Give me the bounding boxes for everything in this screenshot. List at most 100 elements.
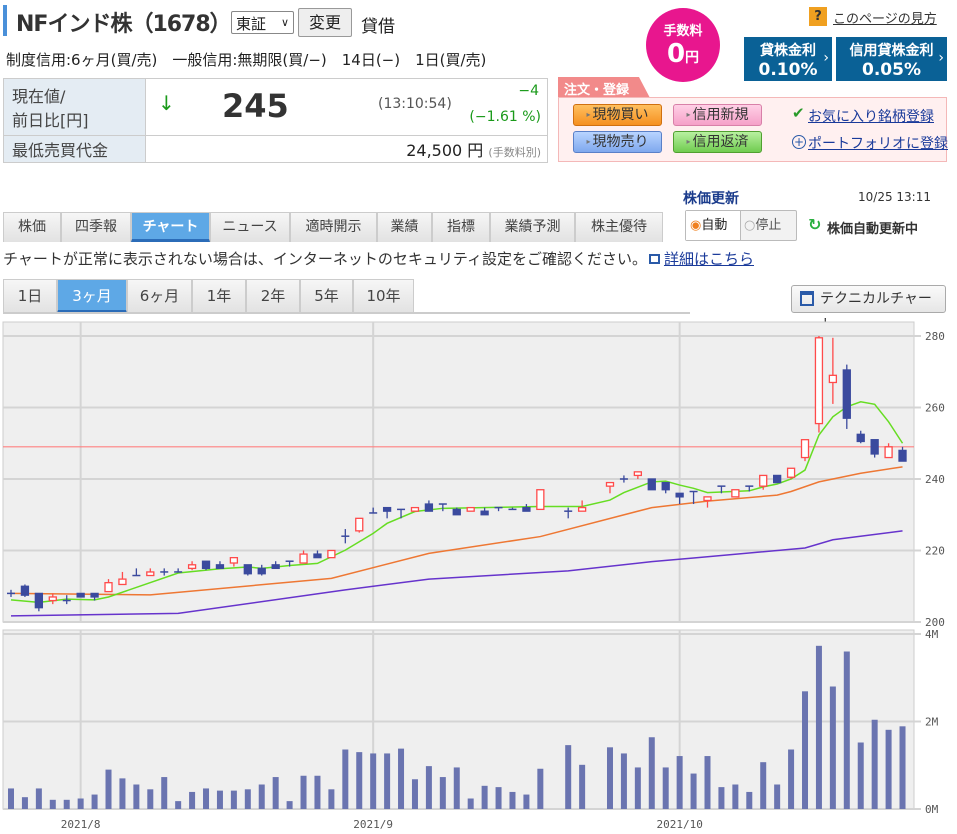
tab-7[interactable]: 業績予測 bbox=[490, 212, 575, 242]
sell-spot-button[interactable]: 現物売り bbox=[573, 131, 662, 153]
candlestick bbox=[20, 584, 30, 597]
volume-bar bbox=[509, 791, 516, 809]
margin-close-button[interactable]: 信用返済 bbox=[673, 131, 762, 153]
change-button[interactable]: 変更 bbox=[298, 8, 352, 37]
candle-body bbox=[48, 596, 57, 602]
tab-0[interactable]: 株価 bbox=[3, 212, 61, 242]
volume-bar bbox=[565, 745, 572, 809]
help-link[interactable]: このページの見方 bbox=[833, 8, 937, 27]
price-cell: ↓ 245 (13:10:54) −4 (−1.61 %) bbox=[145, 78, 548, 136]
candle-body bbox=[243, 564, 252, 575]
volume-bar bbox=[105, 769, 112, 809]
tab-4[interactable]: 適時開示 bbox=[290, 212, 377, 242]
fee-value: 0 bbox=[666, 39, 686, 69]
tab-5[interactable]: 業績 bbox=[377, 212, 432, 242]
candle-body bbox=[536, 489, 545, 511]
candle-body bbox=[424, 503, 434, 512]
period-tab-2[interactable]: 6ヶ月 bbox=[127, 279, 192, 313]
details-link[interactable]: 詳細はこちら bbox=[664, 250, 754, 268]
lending-label: 貸借 bbox=[361, 17, 395, 37]
candle-body bbox=[466, 506, 475, 512]
volume-bar bbox=[216, 790, 223, 809]
price-label-line2: 前日比[円] bbox=[12, 111, 89, 130]
portfolio-link[interactable]: ポートフォリオに登録 bbox=[808, 133, 948, 153]
candle-body bbox=[257, 567, 266, 575]
candle-body bbox=[327, 549, 336, 559]
candlestick bbox=[201, 560, 211, 571]
period-tab-1[interactable]: 3ヶ月 bbox=[57, 279, 127, 313]
volume-bar bbox=[147, 789, 154, 809]
stop-label: 停止 bbox=[755, 218, 782, 233]
volume-bar bbox=[314, 775, 321, 809]
volume-bar bbox=[453, 767, 460, 809]
candlestick bbox=[731, 489, 740, 498]
price-change: −4 bbox=[518, 83, 539, 99]
title-accent bbox=[3, 5, 7, 36]
tab-1[interactable]: 四季報 bbox=[61, 212, 131, 242]
candlestick bbox=[536, 489, 545, 511]
margin-new-button[interactable]: 信用新規 bbox=[673, 104, 762, 126]
candle-body bbox=[800, 439, 810, 459]
volume-bar bbox=[244, 789, 251, 809]
candle-body bbox=[577, 506, 587, 512]
candle-body bbox=[675, 492, 684, 498]
candle-body bbox=[34, 592, 44, 609]
volume-bar bbox=[481, 785, 488, 809]
volume-bar bbox=[189, 791, 196, 809]
date-label: 2021/10 bbox=[656, 818, 702, 831]
tab-3[interactable]: ニュース bbox=[210, 212, 290, 242]
margin-lending-rate-button[interactable]: 信用貸株金利 0.05% › bbox=[836, 37, 947, 81]
candle-body bbox=[773, 474, 782, 484]
chevron-right-icon: › bbox=[823, 50, 829, 66]
period-tab-3[interactable]: 1年 bbox=[192, 279, 246, 313]
stock-chart: 2002202402602800M2M4M2021/8 2021/9 2021/10 bbox=[2, 321, 945, 831]
lending-rate-button[interactable]: 貸株金利 0.10% › bbox=[744, 37, 832, 81]
period-tab-4[interactable]: 2年 bbox=[246, 279, 300, 313]
radio-icon: ○ bbox=[744, 218, 756, 233]
candle-body bbox=[410, 506, 420, 512]
volume-bar bbox=[300, 775, 307, 809]
stop-radio[interactable]: ○停止 bbox=[742, 211, 796, 240]
buy-spot-button[interactable]: 現物買い bbox=[573, 104, 662, 126]
period-tab-6[interactable]: 10年 bbox=[353, 279, 414, 313]
auto-update-toggle: ◉自動 ○停止 bbox=[685, 210, 797, 241]
candle-body bbox=[90, 592, 99, 598]
favorite-link[interactable]: お気に入り銘柄登録 bbox=[808, 106, 934, 126]
candlestick bbox=[814, 336, 824, 433]
notice-text: チャートが正常に表示されない場合は、インターネットのセキュリティ設定をご確認くだ… bbox=[3, 250, 647, 268]
candle-body bbox=[382, 506, 392, 512]
help-icon[interactable]: ? bbox=[809, 7, 827, 26]
order-tab: 注文・登録 bbox=[558, 77, 650, 98]
auto-label: 自動 bbox=[701, 218, 728, 233]
technical-chart-button[interactable]: テクニカルチャート bbox=[791, 285, 946, 333]
period-tab-5[interactable]: 5年 bbox=[300, 279, 353, 313]
volume-bar bbox=[230, 790, 237, 809]
auto-radio[interactable]: ◉自動 bbox=[686, 211, 741, 240]
margin-info: 制度信用:6ヶ月(買/売) 一般信用:無期限(買/−) 14日(−) 1日(買/… bbox=[6, 51, 487, 69]
candlestick bbox=[786, 467, 796, 479]
date-label: 2021/9 bbox=[353, 818, 393, 831]
volume-bar bbox=[258, 784, 265, 809]
min-trade-label: 最低売買代金 bbox=[3, 135, 146, 163]
price-tick-label: 280 bbox=[925, 330, 945, 343]
volume-tick-label: 0M bbox=[925, 803, 939, 816]
tab-8[interactable]: 株主優待 bbox=[575, 212, 663, 242]
candle-body bbox=[20, 585, 30, 596]
period-tab-0[interactable]: 1日 bbox=[3, 279, 57, 313]
volume-bar bbox=[690, 773, 697, 809]
volume-bar bbox=[662, 767, 669, 809]
market-select[interactable]: 東証 ∨ bbox=[231, 11, 294, 34]
candlestick bbox=[800, 439, 810, 462]
candle-body bbox=[452, 508, 461, 516]
candle-body bbox=[271, 564, 280, 570]
volume-bar bbox=[63, 799, 70, 809]
tab-2[interactable]: チャート bbox=[131, 212, 210, 242]
candle-body bbox=[703, 496, 712, 502]
price-change-pct: (−1.61 %) bbox=[469, 109, 541, 125]
chevron-right-icon: › bbox=[938, 50, 944, 66]
tab-6[interactable]: 指標 bbox=[432, 212, 490, 242]
volume-bar bbox=[648, 737, 655, 809]
candlestick bbox=[243, 564, 252, 576]
volume-bar bbox=[857, 742, 864, 809]
fee-badge: 手数料 0円 bbox=[646, 8, 720, 82]
